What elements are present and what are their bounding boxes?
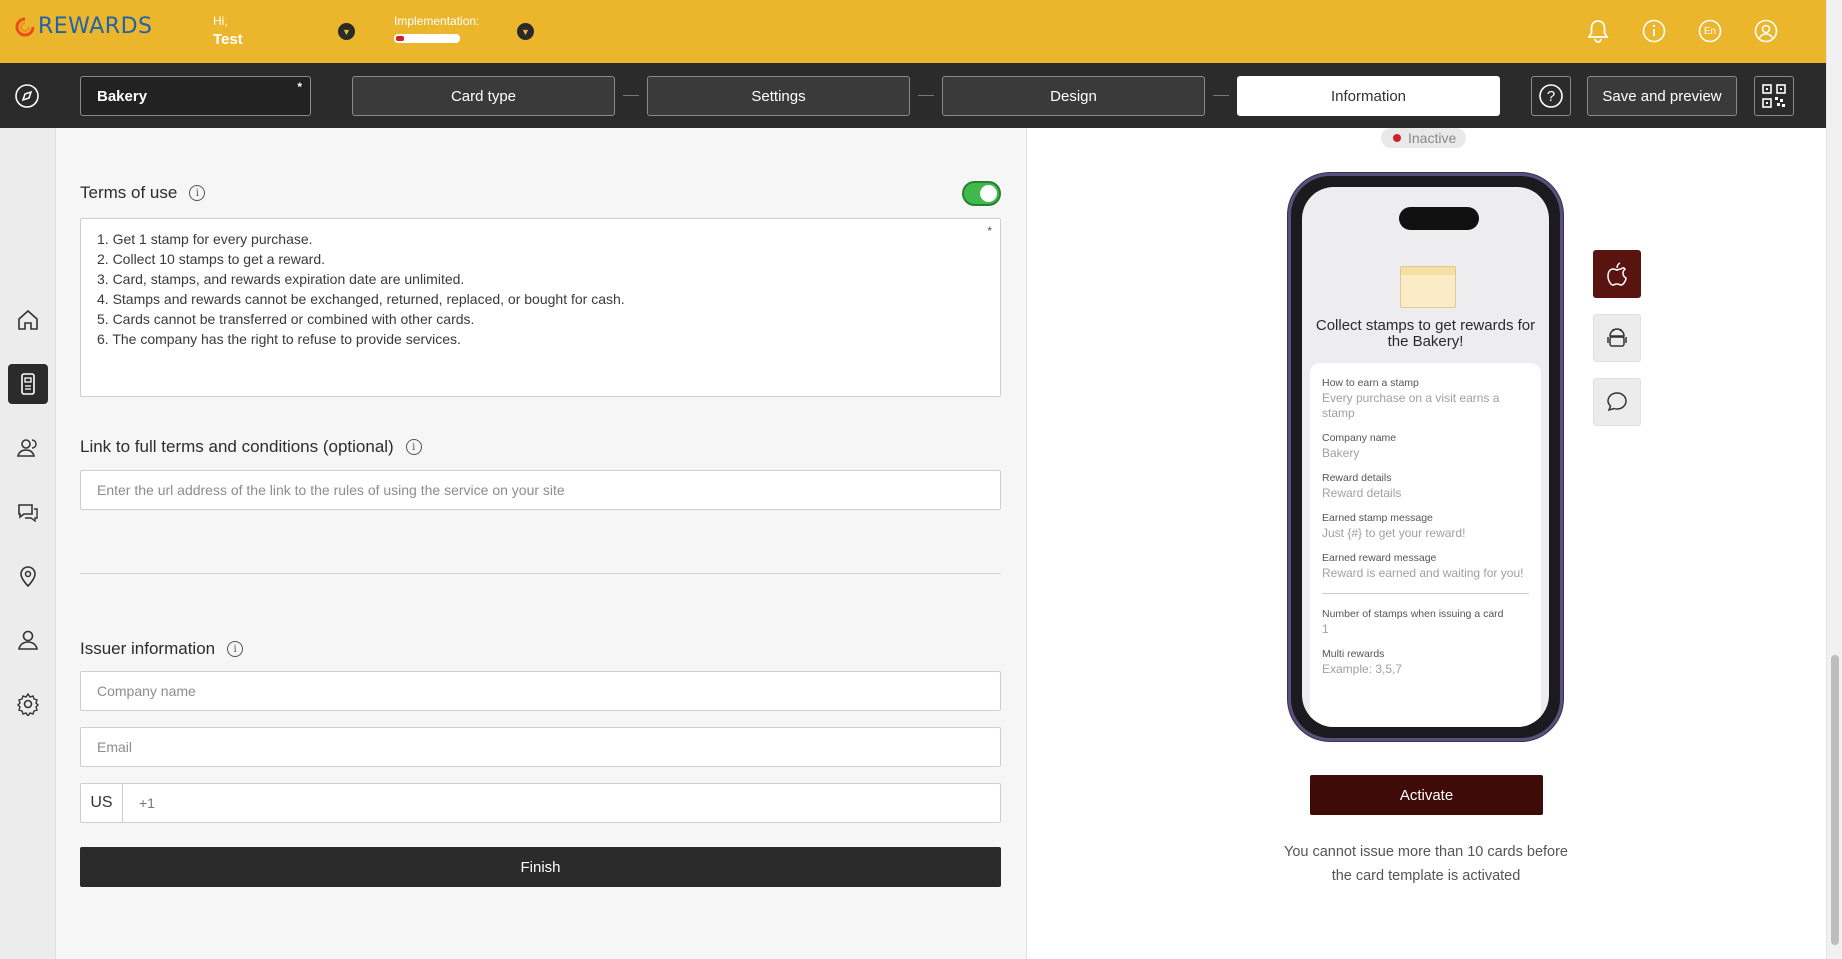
implementation-chevron-icon[interactable]: ▼ [517,23,534,40]
info-icon[interactable] [1641,18,1667,44]
save-and-preview-button[interactable]: Save and preview [1587,76,1737,116]
terms-line: 6. The company has the right to refuse t… [97,331,461,347]
field-earned-reward-message: Earned reward message Reward is earned a… [1322,552,1524,580]
field-multi-rewards: Multi rewards Example: 3,5,7 [1322,648,1403,676]
card-name-field[interactable]: Bakery * [80,76,311,116]
android-preview-button[interactable] [1593,314,1641,362]
message-preview-button[interactable] [1593,378,1641,426]
fields-divider [1322,593,1529,594]
gear-icon[interactable] [8,684,48,724]
implementation-bar [394,34,460,43]
terms-line: 4. Stamps and rewards cannot be exchange… [97,291,625,307]
help-question-icon: ? [1546,87,1556,105]
terms-link-title: Link to full terms and conditions (optio… [80,437,394,456]
phone-country-select[interactable]: US [81,784,123,822]
chat-icon[interactable] [8,492,48,532]
android-icon [1607,328,1627,347]
status-badge: Inactive [1381,128,1467,148]
implementation-label: Implementation: [394,14,480,28]
status-text: Inactive [1408,130,1457,146]
toggle-knob [980,185,997,202]
terms-toggle[interactable] [962,181,1001,206]
user-circle-icon[interactable] [1753,18,1779,44]
scrollbar-thumb[interactable] [1831,655,1839,945]
step-connector [623,95,639,96]
logo-swirl-icon [15,17,35,36]
phone-field[interactable]: US +1 [80,783,1001,823]
phone-input[interactable]: +1 [123,784,155,822]
info-icon[interactable]: i [405,439,422,455]
email-input[interactable]: Email [80,727,1001,767]
top-header: REWARDS Hi, Test ▼ Implementation: ▼ En [0,0,1842,63]
header-icons: En [1585,18,1779,44]
language-icon[interactable]: En [1697,18,1723,44]
section-divider [80,573,1001,574]
terms-link-input[interactable]: Enter the url address of the link to the… [80,470,1001,510]
field-earned-stamp-message: Earned stamp message Just {#} to get you… [1322,512,1466,540]
step-information[interactable]: Information [1237,76,1500,116]
phone-mockup: Collect stamps to get rewards for the Ba… [1288,173,1563,741]
required-marker: * [297,80,302,94]
terms-of-use-title: Terms of use [80,183,178,202]
user-name: Test [213,30,243,48]
issuer-info-label: Issuer information i [80,639,244,659]
required-marker: * [987,224,992,238]
step-connector [918,95,934,96]
logo[interactable]: REWARDS [14,14,152,39]
left-sidebar [0,128,56,959]
step-design[interactable]: Design [942,76,1205,116]
field-stamps-on-issue: Number of stamps when issuing a card 1 [1322,608,1504,636]
terms-line: 3. Card, stamps, and rewards expiration … [97,271,465,287]
page-scrollbar[interactable] [1826,0,1842,959]
terms-line: 1. Get 1 stamp for every purchase. [97,231,313,247]
step-settings[interactable]: Settings [647,76,910,116]
finish-button[interactable]: Finish [80,847,1001,887]
bell-icon[interactable] [1585,18,1611,44]
home-icon[interactable] [8,300,48,340]
implementation-progress: Implementation: [394,14,479,43]
location-pin-icon[interactable] [8,556,48,596]
terms-line: 2. Collect 10 stamps to get a reward. [97,251,325,267]
card-thumbnail [1400,266,1456,308]
qr-code-button[interactable] [1754,76,1794,116]
status-dot [1393,134,1401,142]
field-company-name: Company name Bakery [1322,432,1397,460]
users-icon[interactable] [8,428,48,468]
help-button[interactable]: ? [1531,76,1571,116]
step-card-type[interactable]: Card type [352,76,615,116]
card-reader-icon[interactable] [8,364,48,404]
person-icon[interactable] [8,620,48,660]
user-greeting: Hi, Test [213,14,243,49]
steps-toolbar: Bakery * Card type Settings Design Infor… [0,63,1826,128]
terms-textarea[interactable]: * 1. Get 1 stamp for every purchase. 2. … [80,218,1001,397]
qr-code-icon [1762,84,1786,108]
terms-line: 5. Cards cannot be transferred or combin… [97,311,475,327]
apple-preview-button[interactable] [1593,250,1641,298]
dynamic-island [1399,207,1479,230]
card-back-fields: How to earn a stamp Every purchase on a … [1310,363,1541,727]
company-name-input[interactable]: Company name [80,671,1001,711]
message-icon [1607,392,1627,412]
info-icon[interactable]: i [227,641,244,657]
activate-button[interactable]: Activate [1310,775,1543,815]
issuer-info-title: Issuer information [80,639,216,658]
language-code: En [1703,25,1717,37]
preview-title: Collect stamps to get rewards for the Ba… [1315,317,1536,350]
phone-screen: Collect stamps to get rewards for the Ba… [1302,187,1549,727]
field-how-to-earn: How to earn a stamp Every purchase on a … [1322,377,1500,420]
terms-link-label: Link to full terms and conditions (optio… [80,437,422,457]
field-reward-details: Reward details Reward details [1322,472,1402,500]
edit-compass-icon[interactable] [14,83,40,114]
logo-text: REWARDS [38,14,153,39]
card-name-value: Bakery [97,88,148,105]
info-icon[interactable]: i [189,185,206,201]
greeting-text: Hi, [213,14,228,28]
step-connector [1213,95,1229,96]
terms-of-use-label: Terms of use i [80,183,206,203]
user-menu-chevron-icon[interactable]: ▼ [338,23,355,40]
implementation-bar-fill [396,36,404,41]
activation-notice: You cannot issue more than 10 cards befo… [1283,844,1568,884]
apple-icon [1607,262,1627,286]
